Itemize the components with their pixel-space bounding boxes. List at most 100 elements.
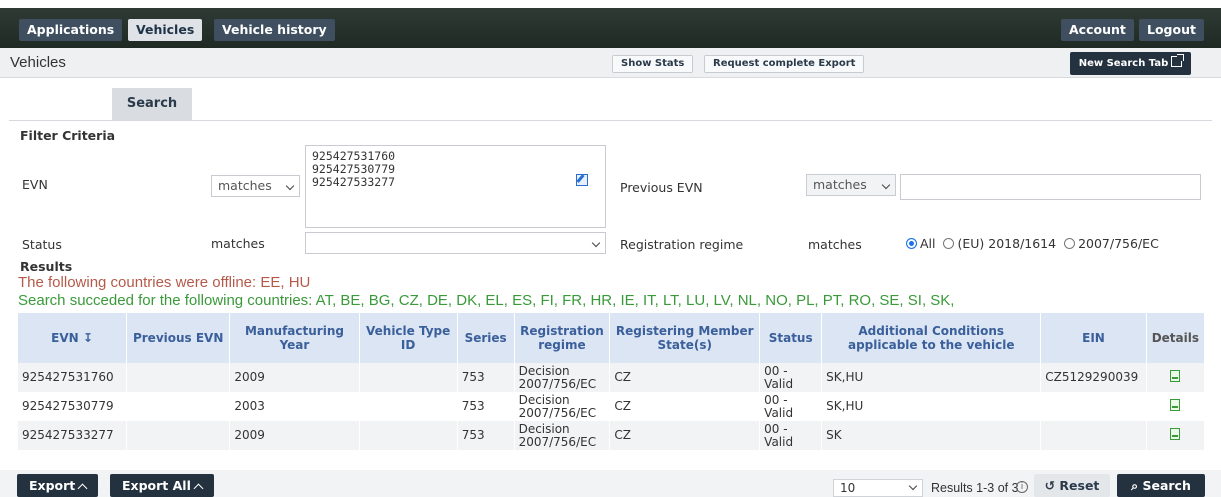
document-icon[interactable] <box>1170 399 1181 411</box>
radio-eu-2018-1614[interactable] <box>943 238 955 249</box>
cell-member-states: CZ <box>609 392 761 421</box>
info-icon[interactable]: i <box>1016 481 1028 493</box>
radio-all[interactable] <box>906 238 917 249</box>
cell-manufacturing-year: 2003 <box>229 392 360 421</box>
evn-textarea[interactable]: 925427531760 925427530779 925427533277 <box>305 145 606 228</box>
cell-status: 00 - Valid <box>759 421 823 450</box>
cell-registration-regime: Decision 2007/756/EC <box>514 421 611 450</box>
cell-ein <box>1040 421 1147 450</box>
status-label: Status <box>22 237 62 252</box>
cell-additional-conditions: SK,HU <box>821 392 1042 421</box>
show-stats-button[interactable]: Show Stats <box>612 55 694 73</box>
page-size-select[interactable]: 10 <box>833 479 923 497</box>
column-header-vehicle-type-id[interactable]: Vehicle Type ID <box>359 313 458 363</box>
column-header-series[interactable]: Series <box>457 313 515 363</box>
cell-ein <box>1040 392 1147 421</box>
export-button[interactable]: Export <box>17 474 99 497</box>
chevron-down-icon <box>908 481 918 491</box>
radio-2007-756-ec[interactable] <box>1064 238 1076 249</box>
new-search-tab-label: New Search Tab <box>1078 58 1169 69</box>
radio-eu-2018-1614-label: (EU) 2018/1614 <box>957 236 1057 251</box>
table-row[interactable]: 925427531760 2009 753 Decision 2007/756/… <box>18 363 1206 392</box>
results-count: Results 1-3 of 3 <box>931 481 1019 495</box>
tab-row: Search <box>0 78 1221 120</box>
nav-account[interactable]: Account <box>1061 19 1134 41</box>
divider <box>9 120 1212 121</box>
reset-button[interactable]: ↺ Reset <box>1034 474 1110 497</box>
table-row[interactable]: 925427533277 2009 753 Decision 2007/756/… <box>18 421 1206 450</box>
cell-additional-conditions: SK <box>821 421 1042 450</box>
chevron-up-icon <box>77 483 88 494</box>
cell-details <box>1146 363 1206 392</box>
search-button[interactable]: ⌕ Search <box>1117 474 1205 497</box>
cell-member-states: CZ <box>609 363 761 392</box>
chevron-up-icon <box>193 483 204 494</box>
cell-series: 753 <box>457 363 515 392</box>
table-header-row: EVN ↧ Previous EVN Manufacturing Year Ve… <box>18 313 1206 363</box>
cell-details <box>1146 392 1206 421</box>
previous-evn-label: Previous EVN <box>620 180 703 195</box>
previous-evn-operator-select[interactable]: matches <box>806 174 896 196</box>
cell-vehicle-type-id <box>359 421 458 450</box>
previous-evn-operator-value: matches <box>813 177 867 192</box>
cell-previous-evn <box>126 392 231 421</box>
evn-label: EVN <box>22 177 48 192</box>
previous-evn-input[interactable] <box>900 174 1201 200</box>
column-header-registering-member-states[interactable]: Registering Member State(s) <box>609 313 761 363</box>
nav-logout[interactable]: Logout <box>1139 19 1204 41</box>
column-header-status[interactable]: Status <box>759 313 823 363</box>
column-header-registration-regime[interactable]: Registration regime <box>514 313 611 363</box>
cell-status: 00 - Valid <box>759 363 823 392</box>
filter-criteria-heading: Filter Criteria <box>20 128 116 143</box>
cell-member-states: CZ <box>609 421 761 450</box>
document-icon[interactable] <box>1170 428 1181 440</box>
page-size-value: 10 <box>840 481 856 495</box>
registration-regime-radio-group: All (EU) 2018/1614 2007/756/EC <box>902 236 1159 251</box>
cell-previous-evn <box>126 421 231 450</box>
chevron-down-icon <box>881 180 891 190</box>
evn-operator-select[interactable]: matches <box>211 175 300 197</box>
nav-vehicles[interactable]: Vehicles <box>128 19 203 41</box>
tab-search[interactable]: Search <box>112 88 192 120</box>
nav-vehicle-history[interactable]: Vehicle history <box>214 19 335 41</box>
cell-previous-evn <box>126 363 231 392</box>
edit-icon[interactable] <box>576 174 588 186</box>
export-label: Export <box>29 478 76 493</box>
results-table: EVN ↧ Previous EVN Manufacturing Year Ve… <box>18 313 1206 450</box>
export-all-button[interactable]: Export All <box>110 474 214 497</box>
evn-value-line: 925427533277 <box>312 175 396 189</box>
registration-regime-operator: matches <box>808 237 862 252</box>
results-heading: Results <box>20 259 73 274</box>
page-title: Vehicles <box>10 54 66 71</box>
column-header-previous-evn[interactable]: Previous EVN <box>126 313 231 363</box>
column-header-details: Details <box>1146 313 1206 363</box>
nav-applications[interactable]: Applications <box>19 19 123 41</box>
radio-all-label: All <box>920 236 936 251</box>
cell-vehicle-type-id <box>359 363 458 392</box>
chevron-down-icon <box>591 238 601 248</box>
radio-2007-756-ec-label: 2007/756/EC <box>1078 236 1159 251</box>
evn-operator-value: matches <box>218 178 272 193</box>
request-export-button[interactable]: Request complete Export <box>704 55 865 73</box>
chevron-down-icon <box>285 181 295 191</box>
cell-manufacturing-year: 2009 <box>229 363 360 392</box>
column-header-additional-conditions[interactable]: Additional Conditions applicable to the … <box>821 313 1042 363</box>
table-row[interactable]: 925427530779 2003 753 Decision 2007/756/… <box>18 392 1206 421</box>
status-select[interactable] <box>305 232 606 254</box>
column-header-ein[interactable]: EIN <box>1040 313 1147 363</box>
external-link-icon <box>1171 54 1185 67</box>
offline-countries-message: The following countries were offline: EE… <box>18 274 311 291</box>
cell-evn: 925427531760 <box>18 363 128 392</box>
new-search-tab-button[interactable]: New Search Tab <box>1070 52 1191 75</box>
cell-details <box>1146 421 1206 450</box>
success-countries-message: Search succeded for the following countr… <box>18 292 955 309</box>
cell-registration-regime: Decision 2007/756/EC <box>514 392 611 421</box>
cell-vehicle-type-id <box>359 392 458 421</box>
status-operator: matches <box>211 236 265 251</box>
column-header-evn[interactable]: EVN ↧ <box>18 313 128 363</box>
title-row: Vehicles Show Stats Request complete Exp… <box>0 48 1221 78</box>
document-icon[interactable] <box>1170 370 1181 382</box>
column-header-manufacturing-year[interactable]: Manufacturing Year <box>229 313 360 363</box>
cell-status: 00 - Valid <box>759 392 823 421</box>
registration-regime-label: Registration regime <box>620 237 744 252</box>
